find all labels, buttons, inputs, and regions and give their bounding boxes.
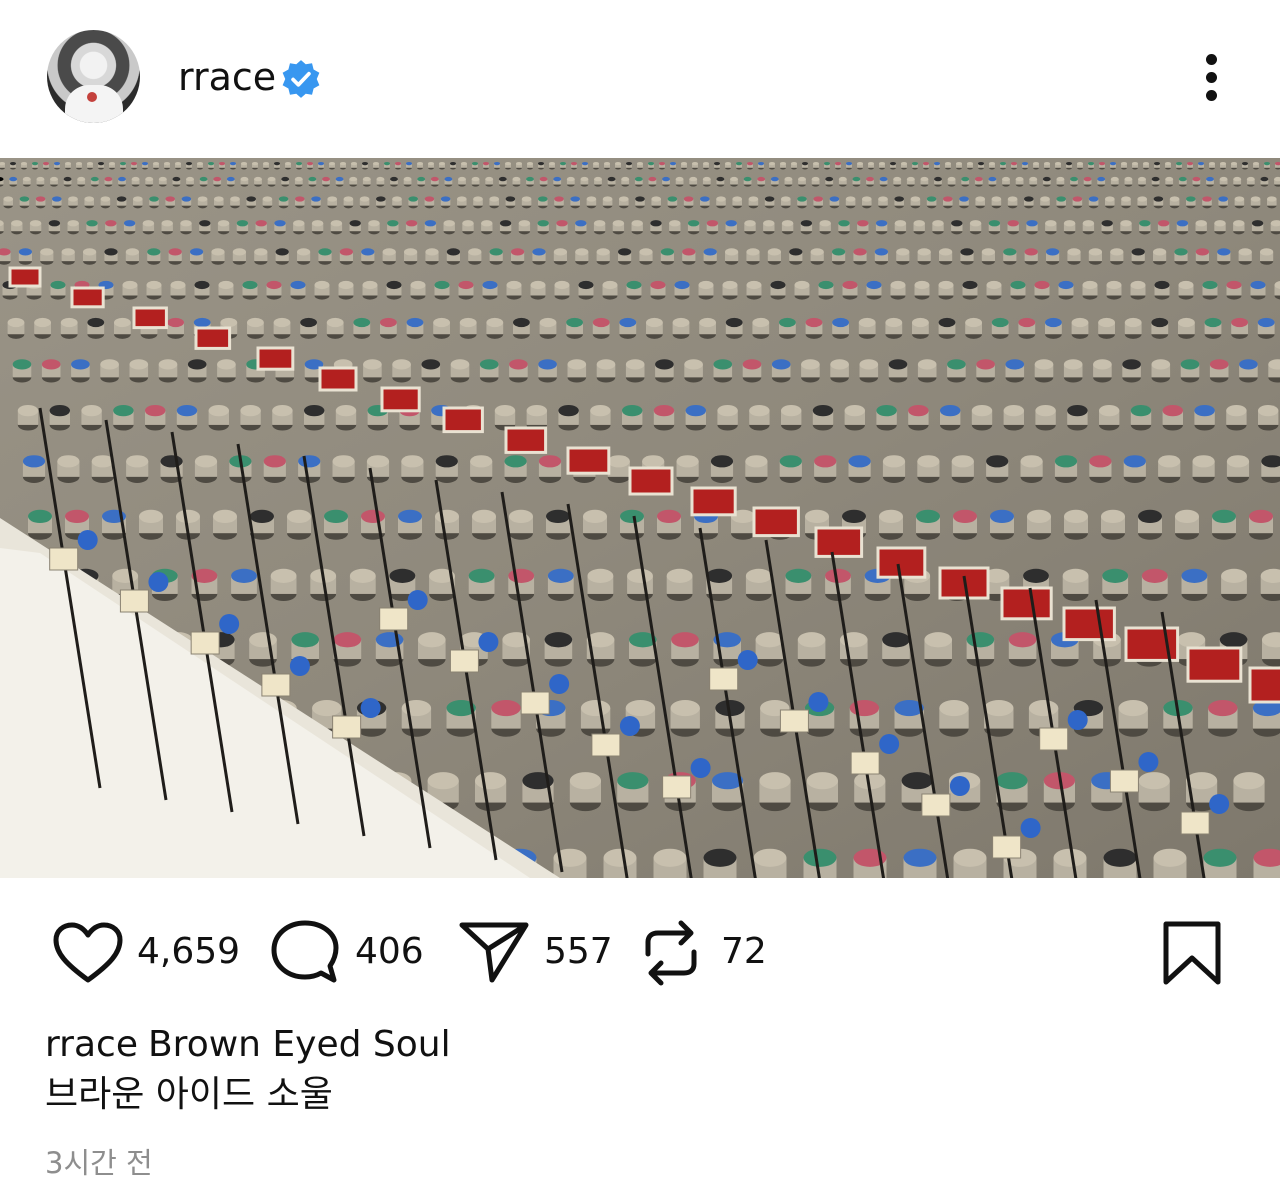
share-count[interactable]: 557 — [544, 930, 613, 974]
post-photo[interactable] — [0, 158, 1280, 878]
caption-text-line2: 브라운 아이드 소울 — [45, 1074, 333, 1115]
like-count[interactable]: 4,659 — [137, 930, 240, 974]
more-options-button[interactable] — [1190, 50, 1234, 106]
mixing-console-image — [0, 158, 1280, 878]
avatar[interactable] — [47, 30, 140, 123]
post-username[interactable]: rrace — [178, 55, 276, 99]
verified-badge-icon — [282, 60, 320, 98]
comment-count[interactable]: 406 — [355, 930, 424, 974]
post-timestamp: 3시간 전 — [45, 1146, 153, 1180]
heart-icon[interactable] — [52, 922, 124, 984]
caption-text-line1: Brown Eyed Soul — [147, 1024, 451, 1065]
share-icon[interactable] — [458, 920, 530, 984]
caption-username[interactable]: rrace — [45, 1024, 138, 1065]
post-header: rrace — [0, 0, 1280, 158]
repost-icon[interactable] — [640, 920, 702, 986]
bookmark-icon[interactable] — [1160, 920, 1224, 986]
caption: rrace Brown Eyed Soul — [45, 1022, 451, 1068]
comment-icon[interactable] — [270, 920, 340, 986]
repost-count[interactable]: 72 — [721, 930, 767, 974]
